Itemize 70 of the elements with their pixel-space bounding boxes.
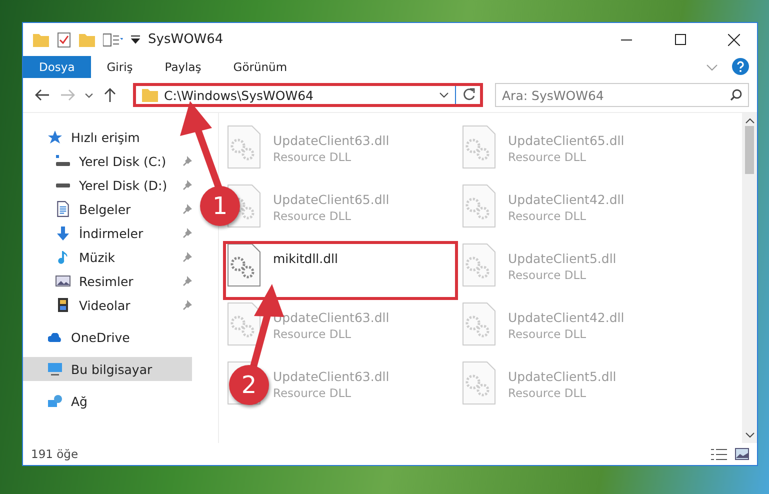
sidebar-item[interactable]: İndirmeler bbox=[23, 221, 152, 245]
gear-file-icon bbox=[462, 361, 496, 405]
gear-file-icon bbox=[462, 184, 496, 228]
scroll-thumb[interactable] bbox=[745, 126, 754, 174]
cloud-icon bbox=[48, 332, 62, 342]
sidebar-item[interactable]: Yerel Disk (D:) bbox=[23, 173, 176, 197]
music-note-icon bbox=[58, 250, 68, 264]
folder-icon bbox=[142, 88, 158, 102]
ribbon-tab[interactable]: Dosya bbox=[23, 56, 91, 78]
folder-icon bbox=[79, 32, 95, 46]
gear-file-icon bbox=[462, 243, 496, 287]
minimize-icon[interactable] bbox=[620, 38, 632, 40]
gear-file-icon bbox=[227, 302, 261, 346]
chevron-down-icon[interactable] bbox=[85, 92, 93, 98]
ribbon-tab[interactable]: Paylaş bbox=[148, 56, 218, 78]
sidebar-item[interactable]: OneDrive bbox=[23, 325, 138, 349]
search-icon bbox=[730, 89, 742, 101]
sidebar-item[interactable]: Belgeler bbox=[23, 197, 139, 221]
picture-icon bbox=[55, 275, 71, 287]
scrollbar[interactable] bbox=[742, 113, 757, 443]
down-arrow-icon bbox=[56, 226, 70, 240]
sidebar-item[interactable]: Yerel Disk (C:) bbox=[23, 149, 174, 173]
gear-file-icon bbox=[462, 125, 496, 169]
close-icon[interactable] bbox=[728, 34, 740, 46]
sidebar-item[interactable]: Resimler bbox=[23, 269, 142, 293]
ribbon-tab[interactable]: Giriş bbox=[90, 56, 149, 78]
sidebar-item[interactable]: Ağ bbox=[23, 389, 96, 413]
details-view-icon[interactable] bbox=[711, 448, 727, 460]
sidebar-item[interactable]: Müzik bbox=[23, 245, 123, 269]
checklist-icon[interactable] bbox=[57, 32, 71, 48]
file-name[interactable]: mikitdll.dll bbox=[273, 251, 338, 266]
folder-icon bbox=[33, 32, 49, 46]
sidebar-item[interactable]: Bu bilgisayar bbox=[23, 357, 192, 381]
film-icon bbox=[58, 298, 68, 312]
computer-icon bbox=[47, 362, 63, 376]
file-type: Resource DLL bbox=[273, 209, 352, 223]
gear-file-icon bbox=[227, 243, 261, 287]
drive-icon bbox=[55, 182, 71, 188]
document-icon bbox=[57, 201, 69, 217]
sidebar-item[interactable]: Hızlı erişim bbox=[23, 125, 148, 149]
scroll-down-icon[interactable] bbox=[744, 432, 754, 438]
item-count: 191 öğe bbox=[31, 447, 80, 461]
maximize-icon[interactable] bbox=[674, 34, 686, 45]
file-type: Resource DLL bbox=[273, 386, 352, 400]
gear-file-icon bbox=[462, 302, 496, 346]
tiles-view-icon[interactable] bbox=[735, 448, 749, 460]
file-type: Resource DLL bbox=[273, 327, 352, 341]
file-type: Resource DLL bbox=[508, 327, 588, 341]
file-item[interactable]: mikitdll.dll bbox=[223, 241, 458, 300]
up-arrow-icon[interactable] bbox=[104, 88, 116, 102]
ribbon-tab[interactable]: Görünüm bbox=[217, 56, 304, 78]
file-type: Resource DLL bbox=[508, 209, 588, 223]
gear-file-icon bbox=[227, 125, 261, 169]
star-icon bbox=[47, 130, 63, 144]
network-icon bbox=[48, 395, 62, 407]
file-type: Resource DLL bbox=[273, 150, 352, 164]
file-type: Resource DLL bbox=[508, 386, 588, 400]
properties-icon[interactable] bbox=[103, 32, 123, 46]
scroll-up-icon[interactable] bbox=[744, 118, 754, 124]
file-type: Resource DLL bbox=[508, 268, 588, 282]
back-arrow-icon[interactable] bbox=[35, 89, 49, 101]
sidebar-item[interactable]: Videolar bbox=[23, 293, 138, 317]
file-type: Resource DLL bbox=[508, 150, 588, 164]
chevron-down-icon[interactable] bbox=[439, 92, 449, 98]
help-icon[interactable] bbox=[732, 58, 749, 75]
dropdown-icon[interactable] bbox=[131, 35, 140, 44]
drive-icon bbox=[55, 155, 71, 167]
address-bar[interactable]: C:\Windows\SysWOW64 bbox=[133, 83, 483, 107]
search-field[interactable]: Ara: SysWOW64 bbox=[495, 83, 749, 107]
window-title: SysWOW64 bbox=[148, 32, 224, 47]
